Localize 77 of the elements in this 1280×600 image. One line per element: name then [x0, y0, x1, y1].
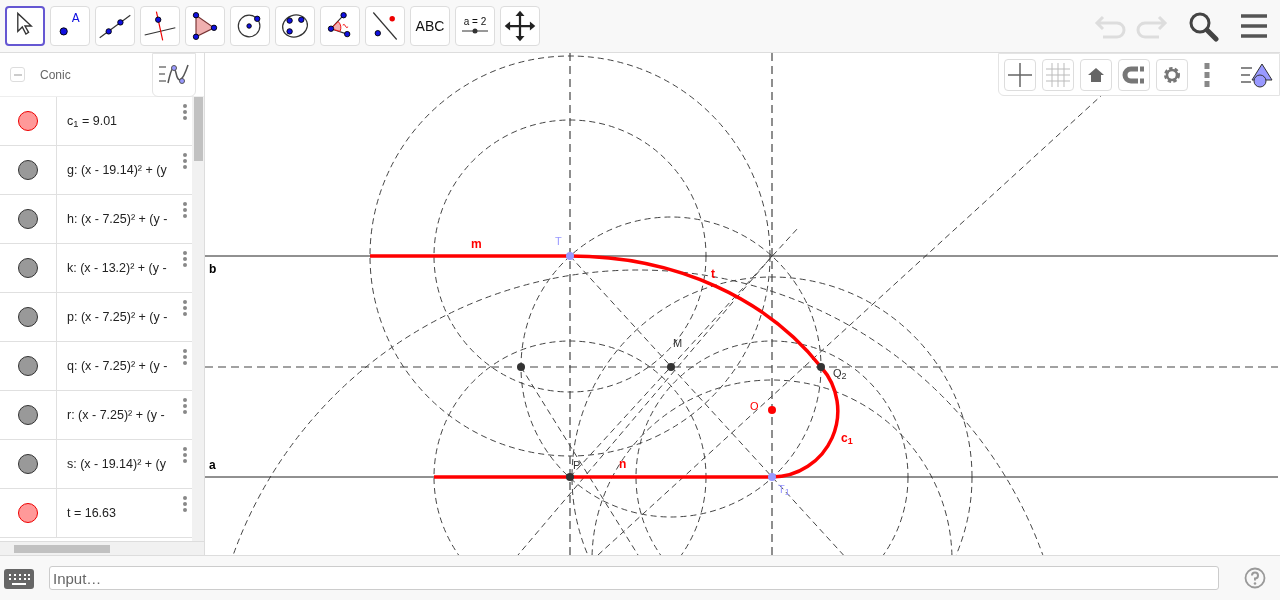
graphics-style-icon[interactable]	[1240, 61, 1274, 88]
help-icon[interactable]	[1244, 567, 1266, 589]
more-icon[interactable]	[182, 103, 188, 121]
object-label: c$_{1}$	[841, 432, 853, 444]
settings-button[interactable]	[1156, 58, 1188, 91]
visibility-toggle[interactable]	[18, 503, 38, 523]
algebra-expression[interactable]: k: (x - 13.2)² + (y -	[67, 258, 167, 278]
home-icon	[1087, 66, 1105, 83]
algebra-expression[interactable]: r: (x - 7.25)² + (y -	[67, 405, 165, 425]
more-icon[interactable]	[182, 397, 188, 415]
four-arrows-icon	[502, 8, 538, 44]
point-label: P	[573, 460, 581, 471]
point-label: M	[673, 338, 683, 349]
point[interactable]	[566, 473, 574, 481]
algebra-expression[interactable]: t = 16.63	[67, 503, 116, 523]
horizontal-scrollbar[interactable]	[0, 541, 204, 555]
more-icon[interactable]	[182, 250, 188, 268]
point[interactable]	[667, 363, 675, 371]
visibility-toggle[interactable]	[18, 111, 38, 131]
home-button[interactable]	[1080, 58, 1112, 91]
reflect-tool-button[interactable]	[365, 6, 405, 46]
visibility-toggle[interactable]	[18, 307, 38, 327]
point[interactable]	[517, 363, 525, 371]
more-icon[interactable]	[182, 152, 188, 170]
visibility-toggle[interactable]	[18, 356, 38, 376]
gear-icon	[1162, 64, 1182, 85]
algebra-expression[interactable]: g: (x - 19.14)² + (y	[67, 160, 167, 180]
algebra-expression[interactable]: h: (x - 7.25)² + (y -	[67, 209, 168, 229]
grid-toggle[interactable]	[1042, 58, 1074, 91]
sort-label: Conic	[40, 66, 71, 84]
visibility-toggle[interactable]	[18, 454, 38, 474]
snap-toggle[interactable]	[1118, 58, 1150, 91]
conic-tool-button[interactable]	[275, 6, 315, 46]
point-tool-button[interactable]: A	[50, 6, 90, 46]
object-label: b	[209, 263, 217, 275]
object-label: a	[209, 459, 216, 471]
visibility-toggle[interactable]	[18, 405, 38, 425]
more-icon[interactable]	[182, 348, 188, 366]
scrollbar[interactable]	[192, 97, 204, 541]
point-label: O	[750, 401, 759, 412]
axes-toggle[interactable]	[1004, 58, 1036, 91]
graph-style-icon	[158, 62, 190, 87]
polygon-tool-button[interactable]	[185, 6, 225, 46]
angle-tool-button[interactable]	[320, 6, 360, 46]
perpendicular-tool-button[interactable]	[140, 6, 180, 46]
point-label: Q$_{2}$	[833, 368, 847, 379]
more-icon[interactable]	[1202, 60, 1212, 89]
algebra-expression[interactable]: s: (x - 19.14)² + (y	[67, 454, 166, 474]
object-label: n	[619, 458, 627, 470]
menu-icon[interactable]	[1239, 13, 1269, 39]
line-tool-button[interactable]	[95, 6, 135, 46]
keyboard-icon[interactable]	[4, 567, 34, 589]
point-label: T	[555, 236, 562, 247]
slider-icon	[461, 27, 489, 35]
algebra-expression[interactable]: c$_{1}$ = 9.01	[67, 111, 118, 131]
search-icon[interactable]	[1187, 10, 1219, 42]
collapse-toggle[interactable]	[10, 67, 25, 82]
point[interactable]	[817, 363, 825, 371]
style-bar-toggle[interactable]	[152, 52, 196, 97]
visibility-toggle[interactable]	[18, 160, 38, 180]
algebra-expression[interactable]: p: (x - 7.25)² + (y -	[67, 307, 168, 327]
move-tool-button[interactable]	[5, 6, 45, 46]
object-label: m	[471, 238, 482, 250]
circle-tool-button[interactable]	[230, 6, 270, 46]
slider-tool-button[interactable]: a = 2	[455, 6, 495, 46]
visibility-toggle[interactable]	[18, 209, 38, 229]
more-icon[interactable]	[182, 201, 188, 219]
input-field[interactable]: Input…	[49, 566, 1219, 590]
visibility-toggle[interactable]	[18, 258, 38, 278]
more-icon[interactable]	[182, 299, 188, 317]
more-icon[interactable]	[182, 495, 188, 513]
point-label: T$_{1}$	[778, 484, 790, 495]
text-tool-button[interactable]: ABC	[410, 6, 450, 46]
pan-tool-button[interactable]	[500, 6, 540, 46]
algebra-expression[interactable]: q: (x - 7.25)² + (y -	[67, 356, 168, 376]
object-label: t	[711, 268, 715, 280]
more-icon[interactable]	[182, 446, 188, 464]
